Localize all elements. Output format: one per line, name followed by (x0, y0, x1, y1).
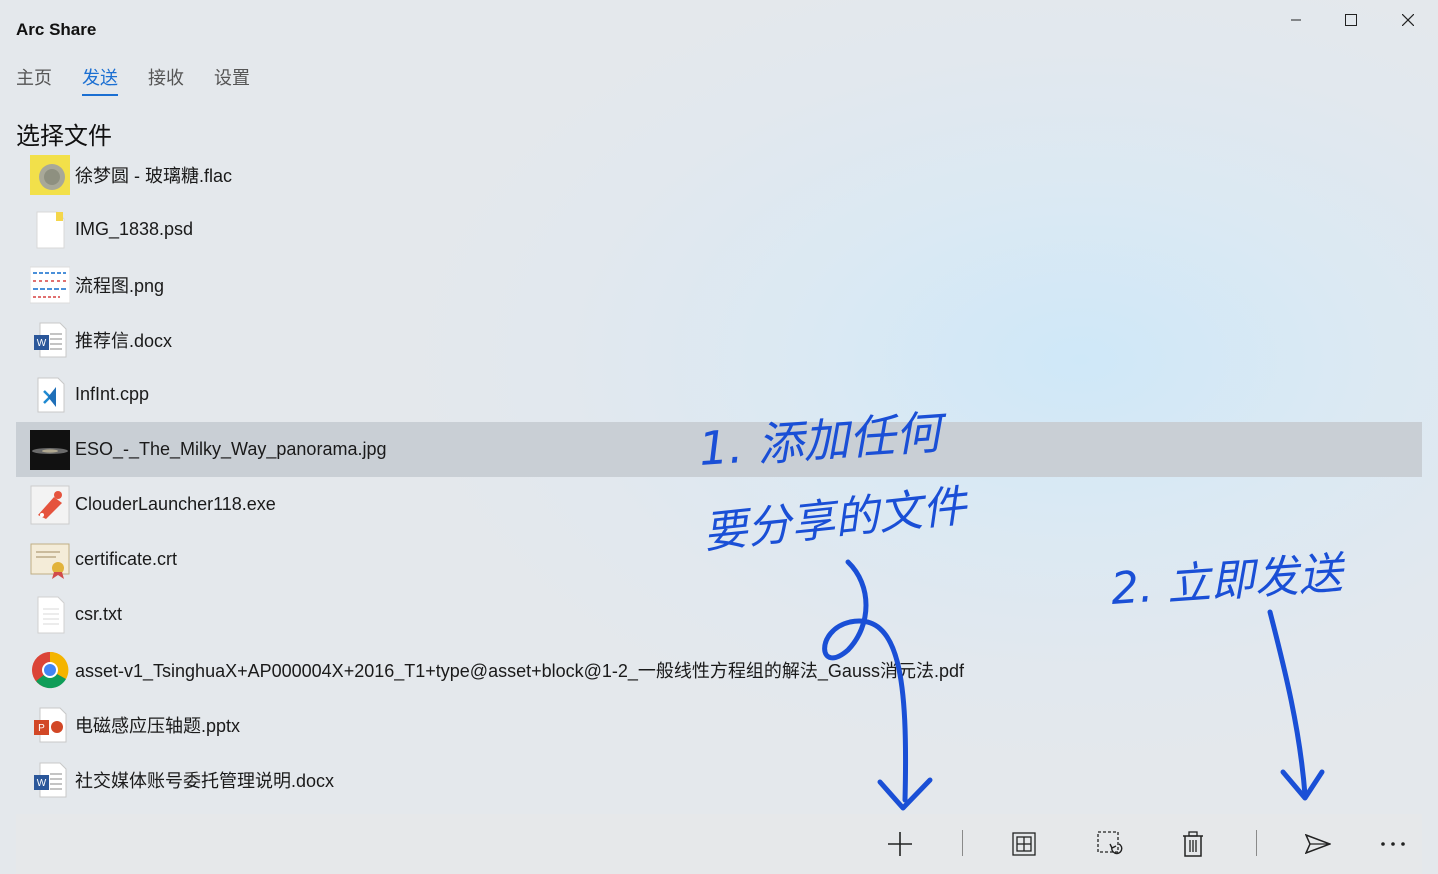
svg-text:P: P (38, 723, 45, 734)
maximize-button[interactable] (1323, 0, 1379, 40)
svg-text:W: W (37, 778, 47, 789)
clear-selection-icon (1097, 831, 1123, 855)
more-icon (1381, 842, 1405, 846)
file-name: 社交媒体账号委托管理说明.docx (75, 770, 335, 791)
file-name: 徐梦圆 - 玻璃糖.flac (75, 165, 233, 186)
file-list-item[interactable]: ESO_-_The_Milky_Way_panorama.jpg (16, 422, 1422, 477)
section-title: 选择文件 (16, 123, 112, 150)
file-list: 徐梦圆 - 玻璃糖.flac IMG_1838.psd 流程图.png W 推荐… (16, 147, 1422, 807)
file-name: InfInt.cpp (75, 384, 150, 404)
file-list-item[interactable]: 流程图.png (16, 257, 1422, 312)
file-list-item[interactable]: P 电磁感应压轴题.pptx (16, 697, 1422, 752)
send-icon (1305, 834, 1331, 854)
file-list-item[interactable]: W 推荐信.docx (16, 312, 1422, 367)
separator (1256, 830, 1257, 856)
delete-icon (1183, 831, 1203, 857)
file-name: certificate.crt (75, 549, 178, 569)
album-art-icon (30, 154, 70, 195)
file-name: ClouderLauncher118.exe (75, 494, 276, 514)
separator (962, 830, 963, 856)
add-icon (888, 832, 912, 856)
more-options-button[interactable] (1368, 814, 1418, 874)
tab-send[interactable]: 发送 (82, 64, 118, 96)
select-all-button[interactable] (999, 814, 1049, 874)
file-list-item[interactable]: certificate.crt (16, 532, 1422, 587)
tab-receive[interactable]: 接收 (148, 64, 184, 96)
svg-text:W: W (37, 338, 47, 349)
file-name: csr.txt (75, 604, 123, 624)
file-list-item[interactable]: 徐梦圆 - 玻璃糖.flac (16, 147, 1422, 202)
app-exe-icon (30, 485, 70, 525)
send-button[interactable] (1293, 814, 1343, 874)
vscode-file-icon (30, 375, 70, 415)
command-bar (16, 814, 1422, 874)
select-all-icon (1012, 832, 1036, 856)
close-icon (1402, 14, 1414, 26)
file-name: ESO_-_The_Milky_Way_panorama.jpg (75, 439, 387, 459)
add-files-button[interactable] (875, 814, 925, 874)
close-button[interactable] (1380, 0, 1436, 40)
file-name: 电磁感应压轴题.pptx (75, 715, 241, 736)
photo-thumbnail-icon (30, 429, 70, 470)
word-doc-icon: W (30, 760, 70, 800)
maximize-icon (1345, 14, 1357, 26)
minimize-icon (1291, 19, 1301, 21)
file-list-item[interactable]: W 社交媒体账号委托管理说明.docx (16, 752, 1422, 807)
word-doc-icon: W (30, 320, 70, 360)
certificate-icon (30, 540, 70, 580)
app-title: Arc Share (16, 20, 97, 39)
nav-tabs: 主页 发送 接收 设置 (16, 64, 280, 96)
chrome-pdf-icon (30, 650, 70, 690)
file-name: asset-v1_TsinghuaX+AP000004X+2016_T1+typ… (75, 660, 964, 681)
title-bar: Arc Share (0, 0, 1438, 54)
minimize-button[interactable] (1268, 0, 1324, 40)
clear-selection-button[interactable] (1085, 814, 1135, 874)
file-list-item[interactable]: asset-v1_TsinghuaX+AP000004X+2016_T1+typ… (16, 642, 1422, 697)
file-list-item[interactable]: InfInt.cpp (16, 367, 1422, 422)
tab-home[interactable]: 主页 (16, 64, 52, 96)
powerpoint-icon: P (30, 705, 70, 745)
file-name: 流程图.png (75, 275, 165, 296)
image-thumbnail-icon (30, 265, 70, 305)
delete-button[interactable] (1168, 814, 1218, 874)
tab-settings[interactable]: 设置 (214, 64, 250, 96)
file-list-item[interactable]: csr.txt (16, 587, 1422, 642)
blank-file-icon (30, 210, 70, 250)
text-file-icon (30, 595, 70, 635)
file-name: IMG_1838.psd (75, 219, 194, 239)
file-name: 推荐信.docx (75, 330, 173, 351)
file-list-item[interactable]: ClouderLauncher118.exe (16, 477, 1422, 532)
file-list-item[interactable]: IMG_1838.psd (16, 202, 1422, 257)
